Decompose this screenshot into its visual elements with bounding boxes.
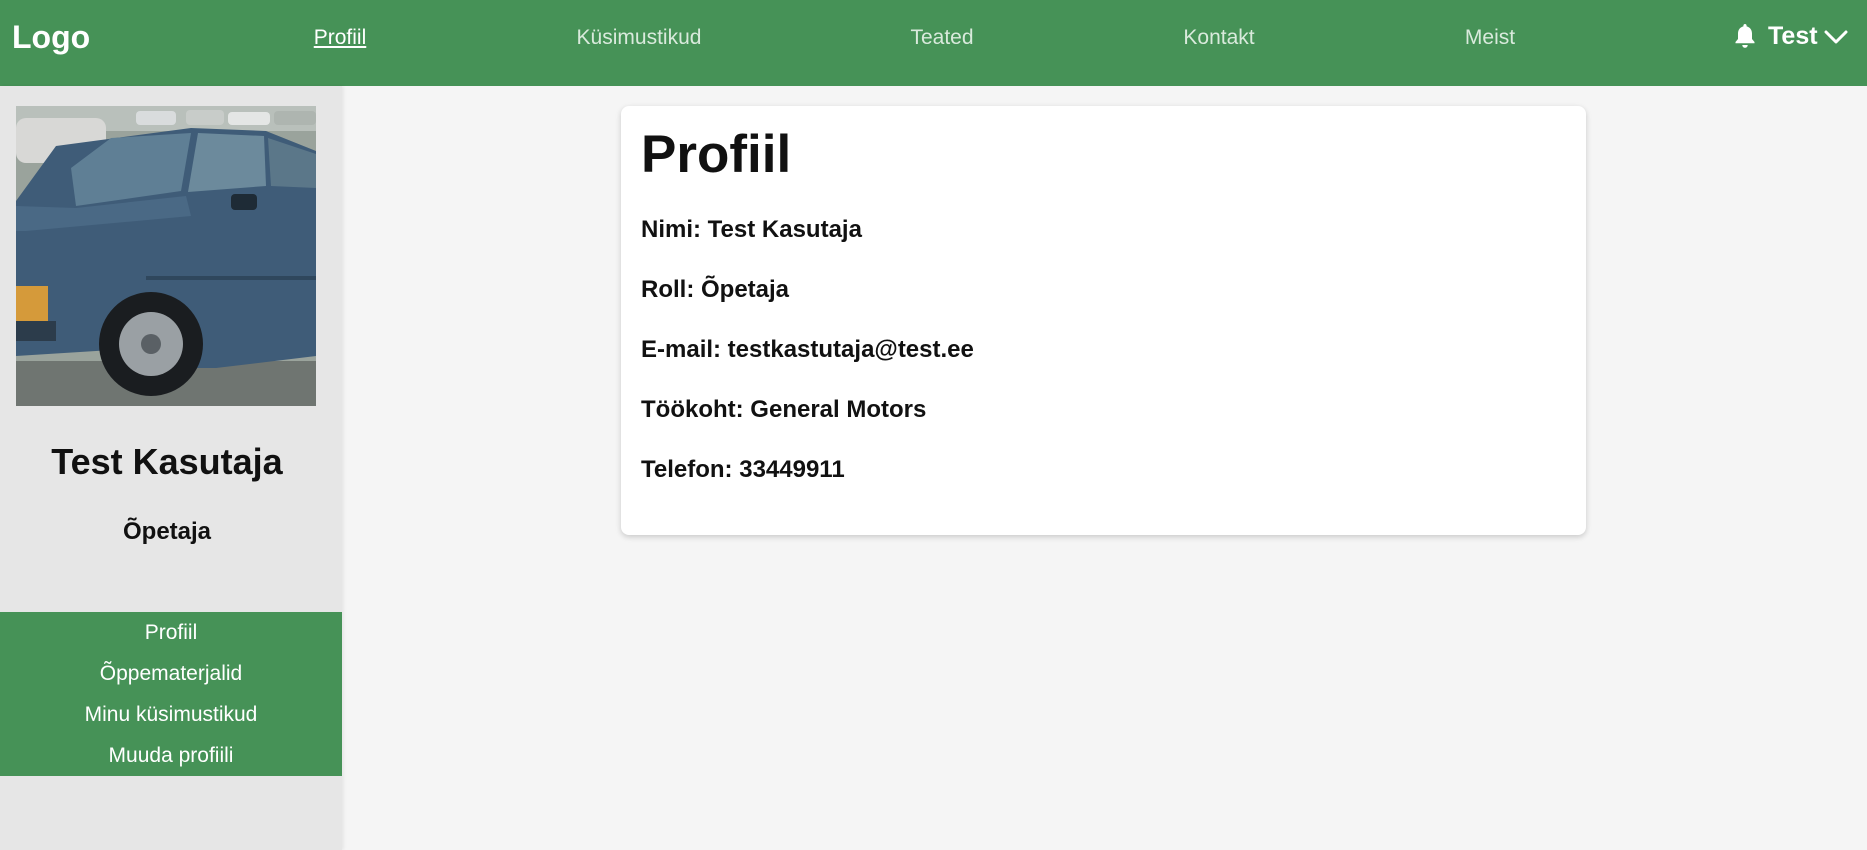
- profile-field-name: Nimi: Test Kasutaja: [641, 216, 862, 243]
- page-title: Profiil: [641, 125, 792, 184]
- profile-field-phone: Telefon: 33449911: [641, 456, 845, 483]
- chevron-down-icon: [1824, 28, 1848, 46]
- profile-field-workplace: Töökoht: General Motors: [641, 396, 927, 423]
- profile-field-email: E-mail: testkastutaja@test.ee: [641, 336, 974, 363]
- profile-photo: [16, 106, 316, 406]
- profile-field-role: Roll: Õpetaja: [641, 276, 790, 303]
- profile-card: Profiil Nimi: Test Kasutaja Roll: Õpetaj…: [621, 106, 1586, 535]
- nav-link-profiil[interactable]: Profiil: [314, 26, 367, 50]
- sidebar-item-oppematerjalid[interactable]: Õppematerjalid: [0, 659, 342, 700]
- sidebar: Test Kasutaja Õpetaja Profiil Õppematerj…: [0, 86, 342, 850]
- nav-link-teated[interactable]: Teated: [910, 26, 973, 50]
- nav-link-kusimustikud[interactable]: Küsimustikud: [577, 26, 702, 50]
- sidebar-item-profiil[interactable]: Profiil: [0, 618, 342, 659]
- sidebar-menu: Profiil Õppematerjalid Minu küsimustikud…: [0, 612, 342, 776]
- profile-name: Test Kasutaja: [51, 441, 283, 482]
- nav-link-meist[interactable]: Meist: [1465, 26, 1515, 50]
- sidebar-item-minu-kusimustikud[interactable]: Minu küsimustikud: [0, 700, 342, 741]
- profile-role: Õpetaja: [122, 518, 212, 545]
- user-menu[interactable]: Test: [1768, 22, 1848, 51]
- user-name: Test: [1768, 22, 1818, 50]
- sidebar-item-muuda-profiili[interactable]: Muuda profiili: [0, 741, 342, 782]
- bell-icon[interactable]: [1733, 22, 1757, 50]
- top-navbar: Logo Profiil Küsimustikud Teated Kontakt…: [0, 0, 1867, 86]
- nav-link-kontakt[interactable]: Kontakt: [1183, 26, 1254, 50]
- logo[interactable]: Logo: [12, 19, 90, 56]
